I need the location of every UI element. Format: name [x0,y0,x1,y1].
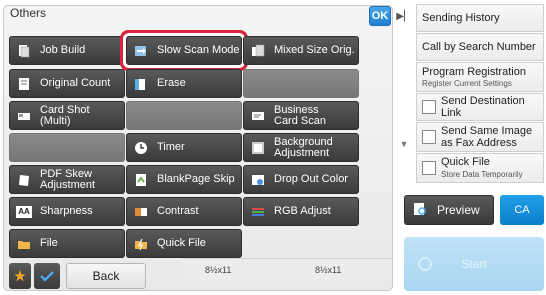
quick-file-label: Quick File [157,237,206,249]
rgb-adjust-label: RGB Adjust [274,205,331,217]
preview-icon [413,202,427,219]
mixed-size-icon [250,43,266,59]
erase-label: Erase [157,77,186,89]
screen: Others OK Job Build Slow Scan Mode Mixed… [0,0,546,295]
drop-out-color-button[interactable]: Drop Out Color [243,165,359,194]
business-card-label: Business Card Scan [274,103,326,127]
collapse-arrow-icon[interactable]: ▶▏ [396,6,412,26]
quick-file-checkbox[interactable] [422,161,436,175]
mixed-size-label: Mixed Size Orig. [274,44,355,56]
check-button[interactable] [34,263,60,289]
quick-file-button[interactable]: Quick File [126,229,242,258]
job-build-label: Job Build [40,44,86,56]
timer-label: Timer [157,141,185,153]
background-label: Background Adjustment [274,135,333,159]
quick-file-text: Quick File Store Data Temporarily [441,156,523,181]
timer-icon [133,140,149,156]
star-icon: ★ [13,268,27,285]
panel-title: Others [10,6,47,20]
program-registration-label: Program Registration [422,66,526,78]
mixed-size-orig-button[interactable]: Mixed Size Orig. [243,36,359,65]
paper-size-left: 8½x11 [205,265,232,275]
job-build-icon [16,43,32,59]
contrast-icon [133,204,149,220]
send-destination-link-checkbox[interactable] [422,100,436,114]
sharpness-label: Sharpness [40,205,93,217]
start-button[interactable]: Start [404,237,544,291]
background-icon [250,140,266,156]
original-count-icon [16,76,32,92]
contrast-label: Contrast [157,205,199,217]
timer-button[interactable]: Timer [126,133,242,162]
blankpage-label: BlankPage Skip [157,173,235,185]
file-button[interactable]: File [9,229,125,258]
file-label: File [40,237,58,249]
ca-button[interactable]: CA [500,195,544,225]
disabled-button-3 [9,133,125,162]
sharpness-icon: AA [16,205,32,218]
erase-button[interactable]: Erase [126,69,242,98]
send-destination-link-label: Send Destination Link [441,95,525,119]
pdf-skew-icon [16,172,32,188]
disabled-button-1 [243,69,359,98]
pdf-skew-adjustment-button[interactable]: PDF Skew Adjustment [9,165,125,194]
slow-scan-mode-button[interactable]: Slow Scan Mode [126,36,242,65]
back-button[interactable]: Back [66,263,146,289]
call-by-search-number-item[interactable]: Call by Search Number [416,33,544,61]
quick-file-menu-sub: Store Data Temporarily [441,169,523,179]
original-count-label: Original Count [40,77,111,89]
business-card-scan-button[interactable]: Business Card Scan [243,101,359,130]
folder-icon [16,236,32,252]
blank-page-icon [133,172,149,188]
preview-button[interactable]: Preview [404,195,494,225]
job-build-button[interactable]: Job Build [9,36,125,65]
paper-size-right: 8½x11 [315,265,342,275]
erase-icon [133,76,149,92]
quick-file-icon [133,236,149,252]
program-registration-item[interactable]: Program Registration Register Current Se… [416,62,544,92]
program-registration-sub: Register Current Settings [422,79,512,88]
send-same-image-checkbox[interactable] [422,130,436,144]
quick-file-item[interactable]: Quick File Store Data Temporarily [416,153,544,183]
pdf-skew-label: PDF Skew Adjustment [40,167,96,191]
disabled-button-2 [126,101,242,130]
card-shot-button[interactable]: Card Shot (Multi) [9,101,125,130]
quick-file-menu-label: Quick File [441,155,490,168]
send-destination-link-item[interactable]: Send Destination Link [416,93,544,121]
sending-history-item[interactable]: Sending History [416,4,544,32]
slow-scan-label: Slow Scan Mode [157,44,240,56]
checkmark-icon [40,271,54,282]
send-same-image-item[interactable]: Send Same Image as Fax Address [416,122,544,152]
scroll-down-icon[interactable]: ▼ [398,138,410,150]
start-label: Start [461,257,487,271]
contrast-button[interactable]: Contrast [126,197,242,226]
background-adjustment-button[interactable]: Background Adjustment [243,133,359,162]
business-card-icon [250,108,266,124]
card-shot-icon [16,108,32,124]
card-shot-label: Card Shot (Multi) [40,103,90,127]
rgb-adjust-button[interactable]: RGB Adjust [243,197,359,226]
favorite-star-button[interactable]: ★ [9,263,31,289]
rgb-adjust-icon [250,204,266,220]
drop-out-label: Drop Out Color [274,173,348,185]
original-count-button[interactable]: Original Count [9,69,125,98]
slow-scan-icon [133,43,149,59]
sending-history-label: Sending History [422,12,500,24]
call-by-search-label: Call by Search Number [422,41,536,53]
send-same-image-label: Send Same Image as Fax Address [441,125,533,149]
drop-out-icon [250,172,266,188]
start-icon [418,257,432,271]
blankpage-skip-button[interactable]: BlankPage Skip [126,165,242,194]
ok-button[interactable]: OK [369,6,391,26]
preview-label: Preview [437,203,480,217]
sharpness-button[interactable]: AA Sharpness [9,197,125,226]
